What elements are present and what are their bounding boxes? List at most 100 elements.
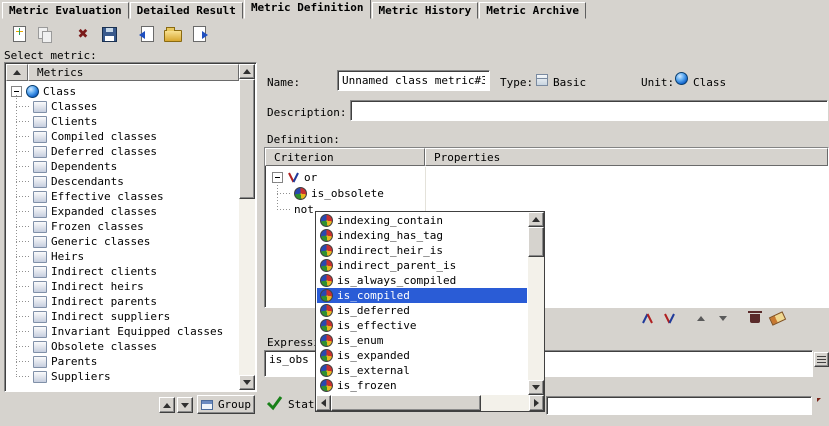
tab-metric-archive[interactable]: Metric Archive xyxy=(479,2,586,19)
metric-icon xyxy=(33,356,47,368)
metrics-column-header[interactable]: Metrics xyxy=(28,64,239,81)
dropdown-item[interactable]: is_expanded xyxy=(317,348,527,363)
scroll-up-button[interactable] xyxy=(239,64,255,79)
criterion-row-or[interactable]: or xyxy=(266,169,827,185)
dropdown-item-selected[interactable]: is_compiled xyxy=(317,288,527,303)
tab-bar: Metric Evaluation Detailed Result Metric… xyxy=(2,0,587,19)
tree-item[interactable]: Indirect parents xyxy=(6,294,239,309)
move-metric-down-button[interactable] xyxy=(177,397,193,413)
metric-icon xyxy=(33,266,47,278)
dropdown-item[interactable]: is_effective xyxy=(317,318,527,333)
tree-item[interactable]: Effective classes xyxy=(6,189,239,204)
scrollbar-thumb[interactable] xyxy=(239,79,255,199)
save-metric-button[interactable] xyxy=(96,22,122,46)
properties-column-header[interactable]: Properties xyxy=(425,148,828,166)
dropdown-item[interactable]: indirect_heir_is xyxy=(317,243,527,258)
collapse-icon[interactable] xyxy=(272,172,283,183)
criterion-icon xyxy=(320,379,333,392)
scroll-down-button[interactable] xyxy=(528,380,544,395)
tab-metric-definition[interactable]: Metric Definition xyxy=(244,0,371,19)
arrow-up-icon xyxy=(163,403,171,408)
tree-item[interactable]: Compiled classes xyxy=(6,129,239,144)
unit-value: Class xyxy=(693,76,726,89)
dropdown-item[interactable]: is_enum xyxy=(317,333,527,348)
tree-item-label: Descendants xyxy=(51,175,124,188)
tree-item[interactable]: Expanded classes xyxy=(6,204,239,219)
and-criterion-button[interactable] xyxy=(636,309,658,327)
scrollbar-thumb[interactable] xyxy=(528,227,544,257)
dropdown-item[interactable]: is_deferred xyxy=(317,303,527,318)
export-metrics-button[interactable] xyxy=(186,22,212,46)
comment-button[interactable] xyxy=(815,399,829,413)
tree-item[interactable]: Invariant Equipped classes xyxy=(6,324,239,339)
expand-expression-button[interactable] xyxy=(814,352,829,367)
scrollbar-thumb[interactable] xyxy=(331,395,481,411)
tree-item-class[interactable]: Class xyxy=(6,84,239,99)
tree-item[interactable]: Suppliers xyxy=(6,369,239,384)
open-metric-file-button[interactable] xyxy=(160,22,186,46)
tree-item-label: Parents xyxy=(51,355,97,368)
tree-item[interactable]: Classes xyxy=(6,99,239,114)
tab-detailed-result[interactable]: Detailed Result xyxy=(130,2,243,19)
lines-icon xyxy=(817,356,826,363)
dropdown-item[interactable]: indexing_contain xyxy=(317,213,527,228)
metric-name-input[interactable] xyxy=(337,70,490,91)
description-input[interactable] xyxy=(350,100,828,121)
status-field[interactable] xyxy=(546,396,812,415)
group-toggle-button[interactable]: Group xyxy=(197,395,255,414)
name-label: Name: xyxy=(267,76,300,89)
dropdown-item[interactable]: is_generic xyxy=(317,393,527,394)
delete-metric-button[interactable]: ✖ xyxy=(70,22,96,46)
tree-item[interactable]: Indirect suppliers xyxy=(6,309,239,324)
tree-item[interactable]: Descendants xyxy=(6,174,239,189)
tree-item[interactable]: Obsolete classes xyxy=(6,339,239,354)
tree-item[interactable]: Frozen classes xyxy=(6,219,239,234)
criterion-column-header[interactable]: Criterion xyxy=(265,148,425,166)
tree-item[interactable]: Dependents xyxy=(6,159,239,174)
dropdown-item[interactable]: is_always_compiled xyxy=(317,273,527,288)
class-unit-icon xyxy=(26,85,39,98)
dropdown-item-label: indirect_parent_is xyxy=(337,259,456,272)
tree-item[interactable]: Clients xyxy=(6,114,239,129)
criterion-toolbar xyxy=(636,309,788,327)
description-label: Description: xyxy=(267,106,346,119)
tree-item-label: Dependents xyxy=(51,160,117,173)
dropdown-item[interactable]: is_external xyxy=(317,363,527,378)
scroll-left-button[interactable] xyxy=(316,395,331,411)
dropdown-horizontal-scrollbar[interactable] xyxy=(316,395,544,411)
copy-metric-button[interactable] xyxy=(32,22,58,46)
trash-icon xyxy=(750,314,760,323)
unit-label: Unit: xyxy=(641,76,674,89)
tree-item[interactable]: Heirs xyxy=(6,249,239,264)
sort-header-button[interactable] xyxy=(6,64,28,81)
scroll-down-button[interactable] xyxy=(239,375,255,390)
tree-scrollbar[interactable] xyxy=(239,64,255,390)
dropdown-item[interactable]: indexing_has_tag xyxy=(317,228,527,243)
import-metrics-button[interactable] xyxy=(134,22,160,46)
move-metric-up-button[interactable] xyxy=(159,397,175,413)
tab-metric-history[interactable]: Metric History xyxy=(372,2,479,19)
metric-icon xyxy=(33,326,47,338)
tree-item[interactable]: Generic classes xyxy=(6,234,239,249)
scroll-right-button[interactable] xyxy=(529,395,544,411)
tree-item[interactable]: Indirect heirs xyxy=(6,279,239,294)
dropdown-vertical-scrollbar[interactable] xyxy=(528,212,544,395)
move-criterion-up-button[interactable] xyxy=(690,309,712,327)
dropdown-item[interactable]: is_frozen xyxy=(317,378,527,393)
criterion-row-is-obsolete[interactable]: is_obsolete xyxy=(266,185,827,201)
scroll-up-button[interactable] xyxy=(528,212,544,227)
tree-item-label: Clients xyxy=(51,115,97,128)
move-criterion-down-button[interactable] xyxy=(712,309,734,327)
clear-criteria-button[interactable] xyxy=(766,309,788,327)
tree-item[interactable]: Deferred classes xyxy=(6,144,239,159)
tree-item-label: Indirect suppliers xyxy=(51,310,170,323)
tab-metric-evaluation[interactable]: Metric Evaluation xyxy=(2,2,129,19)
new-metric-button[interactable] xyxy=(6,22,32,46)
tree-item[interactable]: Parents xyxy=(6,354,239,369)
tree-item[interactable]: Indirect clients xyxy=(6,264,239,279)
delete-criterion-button[interactable] xyxy=(744,309,766,327)
metric-icon xyxy=(33,236,47,248)
or-criterion-button[interactable] xyxy=(658,309,680,327)
dropdown-item[interactable]: indirect_parent_is xyxy=(317,258,527,273)
group-button-label: Group xyxy=(218,398,251,411)
